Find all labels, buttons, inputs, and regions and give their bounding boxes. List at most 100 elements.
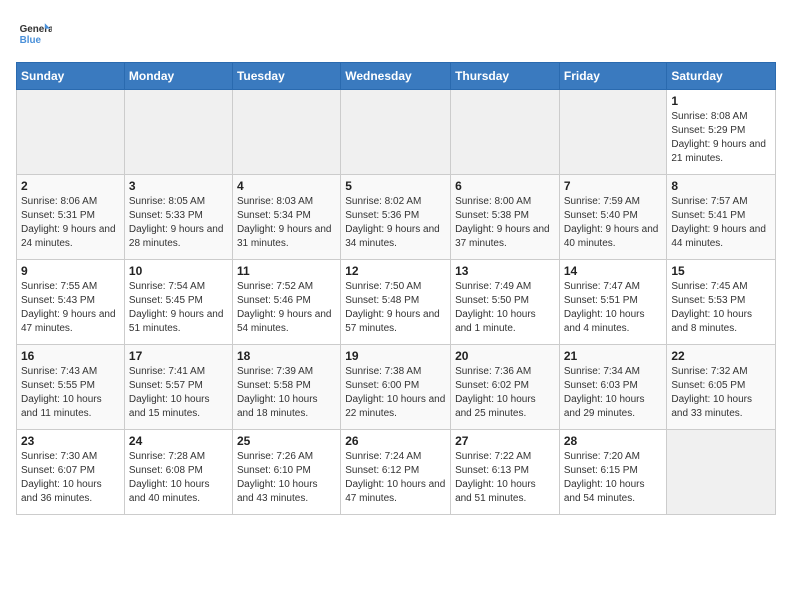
calendar-day-cell: 16 Sunrise: 7:43 AMSunset: 5:55 PMDayligh… xyxy=(17,345,125,430)
day-number: 14 xyxy=(564,264,663,278)
page-header: General Blue xyxy=(16,16,776,52)
calendar-week-row: 16 Sunrise: 7:43 AMSunset: 5:55 PMDayligh… xyxy=(17,345,776,430)
day-number: 24 xyxy=(129,434,228,448)
calendar-day-cell xyxy=(17,90,125,175)
day-number: 10 xyxy=(129,264,228,278)
weekday-header: Monday xyxy=(124,63,232,90)
day-info: Sunrise: 7:59 AMSunset: 5:40 PMDaylight:… xyxy=(564,195,663,251)
day-info: Sunrise: 7:52 AMSunset: 5:46 PMDaylight:… xyxy=(237,280,336,336)
calendar-day-cell: 22 Sunrise: 7:32 AMSunset: 6:05 PMDayligh… xyxy=(667,345,776,430)
calendar-week-row: 1 Sunrise: 8:08 AMSunset: 5:29 PMDaylight… xyxy=(17,90,776,175)
day-number: 16 xyxy=(21,349,120,363)
day-number: 8 xyxy=(671,179,771,193)
calendar-day-cell: 9 Sunrise: 7:55 AMSunset: 5:43 PMDaylight… xyxy=(17,260,125,345)
calendar-day-cell: 4 Sunrise: 8:03 AMSunset: 5:34 PMDaylight… xyxy=(232,175,340,260)
day-info: Sunrise: 7:34 AMSunset: 6:03 PMDaylight:… xyxy=(564,365,663,421)
day-info: Sunrise: 7:20 AMSunset: 6:15 PMDaylight:… xyxy=(564,450,663,506)
day-info: Sunrise: 8:05 AMSunset: 5:33 PMDaylight:… xyxy=(129,195,228,251)
day-number: 22 xyxy=(671,349,771,363)
calendar-day-cell xyxy=(341,90,451,175)
day-number: 26 xyxy=(345,434,446,448)
day-info: Sunrise: 7:49 AMSunset: 5:50 PMDaylight:… xyxy=(455,280,555,336)
calendar-header-row: SundayMondayTuesdayWednesdayThursdayFrid… xyxy=(17,63,776,90)
day-number: 6 xyxy=(455,179,555,193)
day-info: Sunrise: 7:30 AMSunset: 6:07 PMDaylight:… xyxy=(21,450,120,506)
day-info: Sunrise: 8:06 AMSunset: 5:31 PMDaylight:… xyxy=(21,195,120,251)
calendar-day-cell: 23 Sunrise: 7:30 AMSunset: 6:07 PMDayligh… xyxy=(17,430,125,515)
day-info: Sunrise: 7:39 AMSunset: 5:58 PMDaylight:… xyxy=(237,365,336,421)
calendar-day-cell: 3 Sunrise: 8:05 AMSunset: 5:33 PMDaylight… xyxy=(124,175,232,260)
day-number: 19 xyxy=(345,349,446,363)
day-number: 18 xyxy=(237,349,336,363)
day-number: 7 xyxy=(564,179,663,193)
weekday-header: Sunday xyxy=(17,63,125,90)
day-info: Sunrise: 7:57 AMSunset: 5:41 PMDaylight:… xyxy=(671,195,771,251)
calendar-day-cell: 24 Sunrise: 7:28 AMSunset: 6:08 PMDayligh… xyxy=(124,430,232,515)
day-info: Sunrise: 7:41 AMSunset: 5:57 PMDaylight:… xyxy=(129,365,228,421)
day-info: Sunrise: 7:36 AMSunset: 6:02 PMDaylight:… xyxy=(455,365,555,421)
calendar-day-cell: 2 Sunrise: 8:06 AMSunset: 5:31 PMDaylight… xyxy=(17,175,125,260)
calendar-day-cell: 25 Sunrise: 7:26 AMSunset: 6:10 PMDayligh… xyxy=(232,430,340,515)
day-info: Sunrise: 7:55 AMSunset: 5:43 PMDaylight:… xyxy=(21,280,120,336)
calendar-day-cell: 14 Sunrise: 7:47 AMSunset: 5:51 PMDayligh… xyxy=(559,260,667,345)
day-info: Sunrise: 7:22 AMSunset: 6:13 PMDaylight:… xyxy=(455,450,555,506)
day-info: Sunrise: 8:00 AMSunset: 5:38 PMDaylight:… xyxy=(455,195,555,251)
day-number: 13 xyxy=(455,264,555,278)
weekday-header: Thursday xyxy=(451,63,560,90)
calendar-week-row: 9 Sunrise: 7:55 AMSunset: 5:43 PMDaylight… xyxy=(17,260,776,345)
calendar-day-cell: 20 Sunrise: 7:36 AMSunset: 6:02 PMDayligh… xyxy=(451,345,560,430)
day-number: 1 xyxy=(671,94,771,108)
calendar-day-cell: 13 Sunrise: 7:49 AMSunset: 5:50 PMDayligh… xyxy=(451,260,560,345)
calendar-day-cell: 1 Sunrise: 8:08 AMSunset: 5:29 PMDaylight… xyxy=(667,90,776,175)
weekday-header: Tuesday xyxy=(232,63,340,90)
day-info: Sunrise: 7:26 AMSunset: 6:10 PMDaylight:… xyxy=(237,450,336,506)
weekday-header: Wednesday xyxy=(341,63,451,90)
calendar-day-cell xyxy=(451,90,560,175)
day-info: Sunrise: 7:45 AMSunset: 5:53 PMDaylight:… xyxy=(671,280,771,336)
day-number: 3 xyxy=(129,179,228,193)
calendar-day-cell: 12Sunrise: 7:50 AMSunset: 5:48 PMDayligh… xyxy=(341,260,451,345)
calendar-day-cell: 21Sunrise: 7:34 AMSunset: 6:03 PMDayligh… xyxy=(559,345,667,430)
day-number: 5 xyxy=(345,179,446,193)
calendar-day-cell xyxy=(232,90,340,175)
day-info: Sunrise: 7:50 AMSunset: 5:48 PMDaylight:… xyxy=(345,280,446,336)
day-info: Sunrise: 7:24 AMSunset: 6:12 PMDaylight:… xyxy=(345,450,446,506)
calendar-day-cell: 17Sunrise: 7:41 AMSunset: 5:57 PMDayligh… xyxy=(124,345,232,430)
calendar-day-cell: 15 Sunrise: 7:45 AMSunset: 5:53 PMDayligh… xyxy=(667,260,776,345)
day-info: Sunrise: 8:02 AMSunset: 5:36 PMDaylight:… xyxy=(345,195,446,251)
calendar-day-cell xyxy=(667,430,776,515)
day-info: Sunrise: 7:28 AMSunset: 6:08 PMDaylight:… xyxy=(129,450,228,506)
day-number: 2 xyxy=(21,179,120,193)
day-number: 23 xyxy=(21,434,120,448)
calendar-day-cell: 28 Sunrise: 7:20 AMSunset: 6:15 PMDayligh… xyxy=(559,430,667,515)
day-info: Sunrise: 7:43 AMSunset: 5:55 PMDaylight:… xyxy=(21,365,120,421)
day-info: Sunrise: 7:47 AMSunset: 5:51 PMDaylight:… xyxy=(564,280,663,336)
calendar-day-cell: 7 Sunrise: 7:59 AMSunset: 5:40 PMDaylight… xyxy=(559,175,667,260)
day-number: 27 xyxy=(455,434,555,448)
calendar-day-cell: 26 Sunrise: 7:24 AMSunset: 6:12 PMDayligh… xyxy=(341,430,451,515)
calendar-week-row: 23 Sunrise: 7:30 AMSunset: 6:07 PMDayligh… xyxy=(17,430,776,515)
calendar-day-cell: 5 Sunrise: 8:02 AMSunset: 5:36 PMDaylight… xyxy=(341,175,451,260)
day-number: 20 xyxy=(455,349,555,363)
day-number: 28 xyxy=(564,434,663,448)
day-number: 4 xyxy=(237,179,336,193)
calendar-day-cell: 6 Sunrise: 8:00 AMSunset: 5:38 PMDaylight… xyxy=(451,175,560,260)
logo-icon: General Blue xyxy=(16,16,52,52)
calendar-day-cell: 11 Sunrise: 7:52 AMSunset: 5:46 PMDayligh… xyxy=(232,260,340,345)
calendar-day-cell: 27 Sunrise: 7:22 AMSunset: 6:13 PMDayligh… xyxy=(451,430,560,515)
calendar-day-cell: 10Sunrise: 7:54 AMSunset: 5:45 PMDayligh… xyxy=(124,260,232,345)
day-number: 25 xyxy=(237,434,336,448)
calendar-day-cell xyxy=(124,90,232,175)
calendar-week-row: 2 Sunrise: 8:06 AMSunset: 5:31 PMDaylight… xyxy=(17,175,776,260)
calendar-day-cell: 8 Sunrise: 7:57 AMSunset: 5:41 PMDaylight… xyxy=(667,175,776,260)
calendar-day-cell: 18 Sunrise: 7:39 AMSunset: 5:58 PMDayligh… xyxy=(232,345,340,430)
day-info: Sunrise: 8:03 AMSunset: 5:34 PMDaylight:… xyxy=(237,195,336,251)
calendar-day-cell xyxy=(559,90,667,175)
calendar-table: SundayMondayTuesdayWednesdayThursdayFrid… xyxy=(16,62,776,515)
day-number: 15 xyxy=(671,264,771,278)
day-number: 9 xyxy=(21,264,120,278)
day-info: Sunrise: 7:38 AMSunset: 6:00 PMDaylight:… xyxy=(345,365,446,421)
day-info: Sunrise: 8:08 AMSunset: 5:29 PMDaylight:… xyxy=(671,110,771,166)
day-info: Sunrise: 7:32 AMSunset: 6:05 PMDaylight:… xyxy=(671,365,771,421)
day-number: 11 xyxy=(237,264,336,278)
